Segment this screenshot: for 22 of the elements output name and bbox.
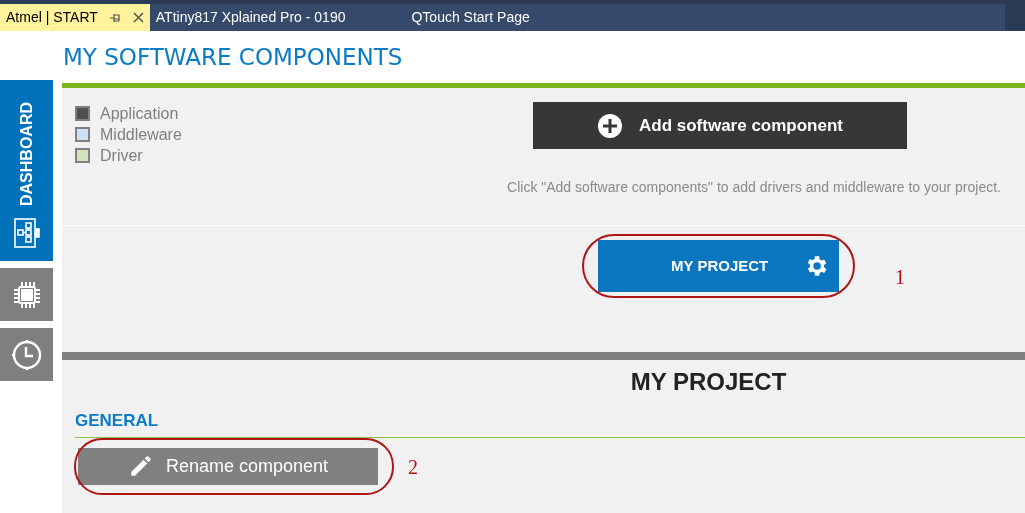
callout-number: 2 (408, 454, 418, 480)
legend-label: Application (100, 104, 179, 123)
page-title: MY SOFTWARE COMPONENTS (63, 42, 403, 72)
chip-icon (11, 279, 42, 310)
clock-icon (10, 338, 43, 371)
section-title: GENERAL (75, 411, 159, 430)
sidebar-item[interactable] (0, 328, 53, 381)
pin-icon[interactable] (109, 12, 121, 23)
sidebar-item[interactable] (0, 268, 53, 321)
legend-label: Driver (100, 146, 143, 165)
rename-button[interactable]: Rename component (78, 447, 378, 485)
plus-circle-icon (597, 112, 623, 139)
project-button[interactable]: MY PROJECT (598, 240, 839, 292)
document-tab[interactable]: Atmel | START (0, 4, 150, 31)
section-heading: MY PROJECT (630, 367, 787, 397)
add-component-button[interactable]: Add software component (533, 102, 907, 149)
close-icon[interactable] (132, 12, 144, 23)
diagram-icon (13, 217, 40, 248)
dashboard-tab[interactable]: DASHBOARD (0, 80, 53, 261)
callout-number: 1 (895, 265, 905, 290)
hint-text: Click "Add software components" to add drivers and middleware to your project. (507, 178, 1001, 197)
legend-label: Middleware (100, 125, 182, 144)
